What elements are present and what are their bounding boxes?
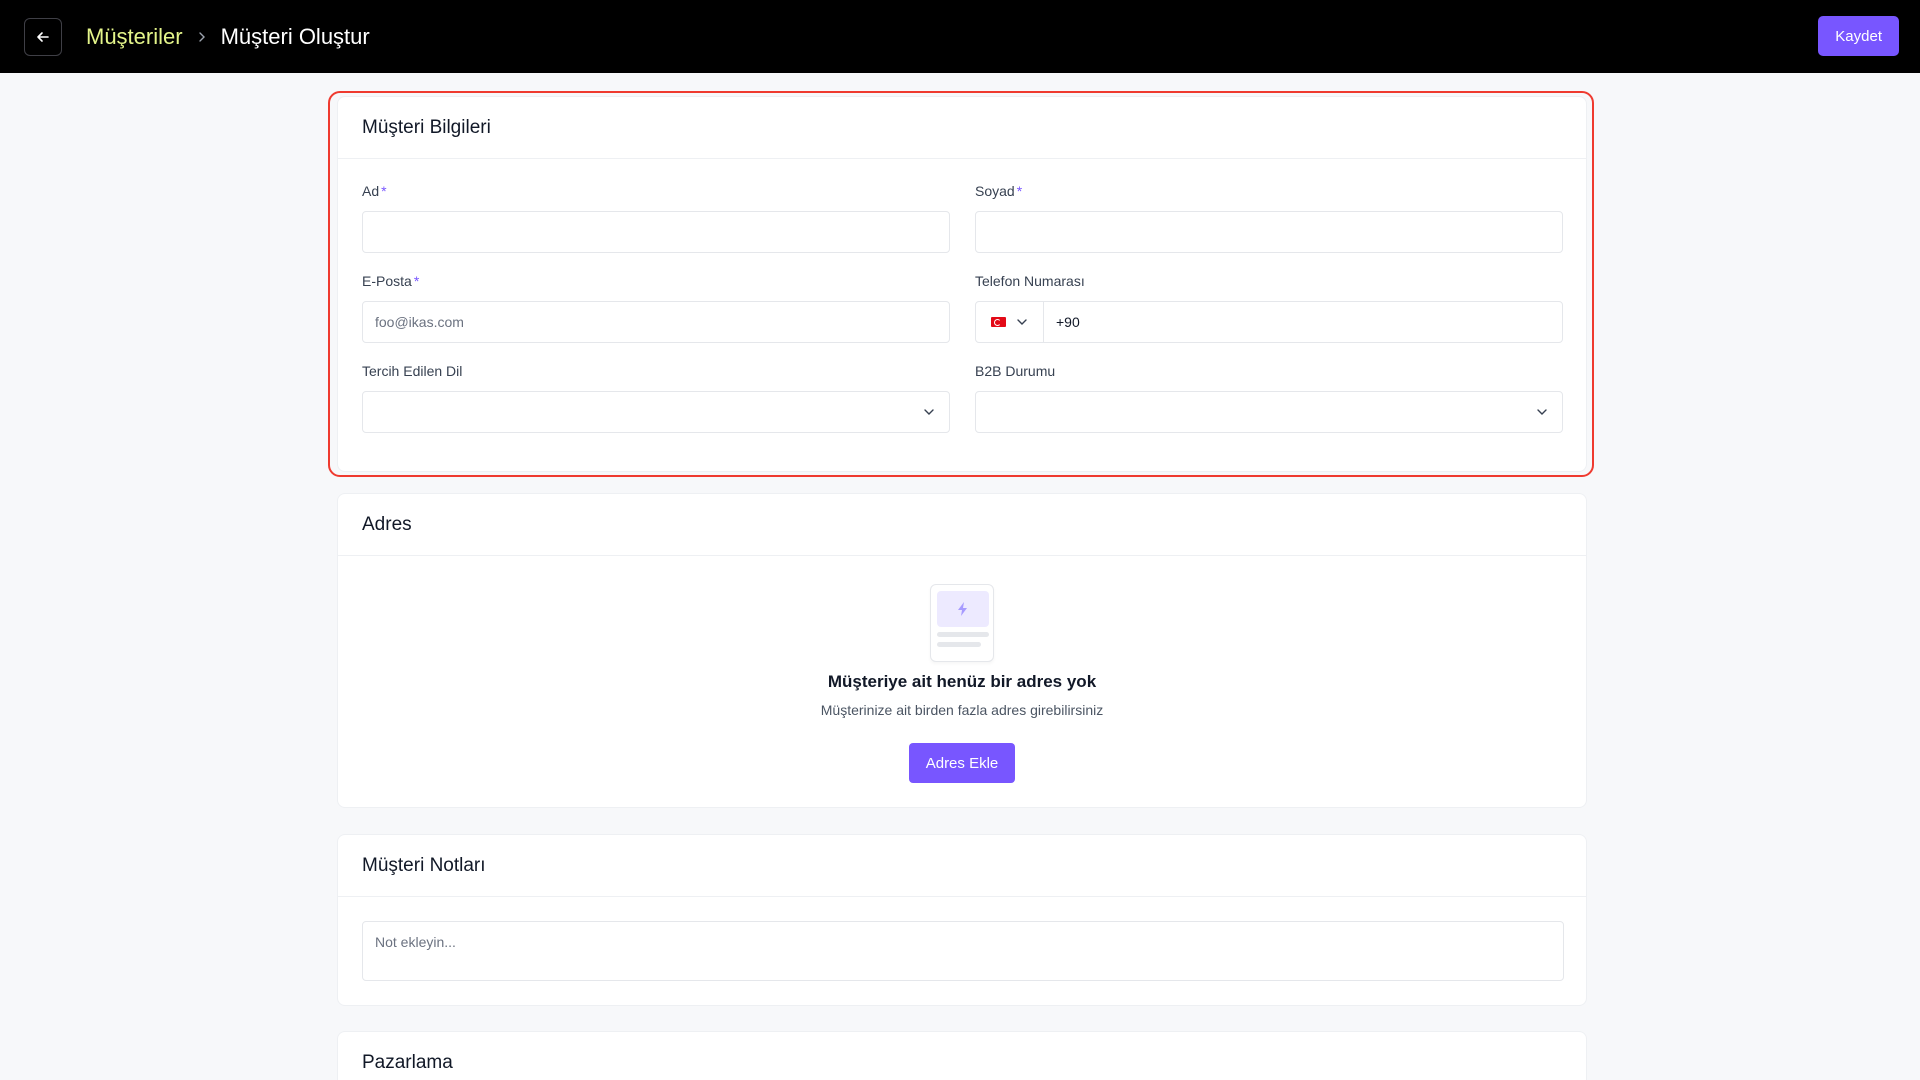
address-title: Adres xyxy=(338,494,1586,556)
address-empty-state: Müşteriye ait henüz bir adres yok Müşter… xyxy=(338,556,1586,783)
b2b-group: B2B Durumu xyxy=(975,363,1563,433)
save-button[interactable]: Kaydet xyxy=(1818,16,1899,56)
chevron-right-icon xyxy=(197,31,207,43)
last-name-group: Soyad * xyxy=(975,183,1563,253)
address-card: Adres Müşteriye ait henüz bir adres yok … xyxy=(337,493,1587,808)
empty-document-icon xyxy=(930,584,994,662)
phone-field xyxy=(975,301,1563,343)
customer-notes-title: Müşteri Notları xyxy=(338,835,1586,897)
phone-group: Telefon Numarası xyxy=(975,273,1563,343)
marketing-title: Pazarlama xyxy=(362,1052,453,1073)
first-name-label: Ad * xyxy=(362,183,387,199)
marketing-card: Pazarlama xyxy=(337,1031,1587,1080)
breadcrumb-parent-link[interactable]: Müşteriler xyxy=(86,24,183,50)
email-input[interactable] xyxy=(362,301,950,343)
turkey-flag-icon xyxy=(991,317,1006,327)
customer-info-card: Müşteri Bilgileri Ad* Soyad* E-Posta* Te… xyxy=(337,96,1587,472)
b2b-label: B2B Durumu xyxy=(975,363,1056,379)
customer-notes-card: Müşteri Notları xyxy=(337,834,1587,1006)
required-mark: * xyxy=(1016,183,1023,199)
empty-state-title: Müşteriye ait henüz bir adres yok xyxy=(827,672,1097,691)
country-code-selector[interactable] xyxy=(976,302,1044,342)
lightning-icon xyxy=(958,602,967,616)
chevron-down-icon xyxy=(1537,409,1547,415)
back-button[interactable] xyxy=(24,17,62,56)
page-title: Müşteri Oluştur xyxy=(220,23,370,49)
notes-textarea[interactable] xyxy=(362,921,1564,981)
top-bar: Müşteriler Müşteri Oluştur Kaydet xyxy=(0,0,1920,73)
language-label: Tercih Edilen Dil xyxy=(362,363,463,379)
phone-input[interactable] xyxy=(1044,302,1562,342)
last-name-input[interactable] xyxy=(975,211,1563,253)
required-mark: * xyxy=(413,273,420,289)
email-label: E-Posta * xyxy=(362,273,420,289)
first-name-group: Ad * xyxy=(362,183,950,253)
email-group: E-Posta * xyxy=(362,273,950,343)
language-group: Tercih Edilen Dil xyxy=(362,363,950,433)
language-select[interactable] xyxy=(362,391,950,433)
chevron-down-icon xyxy=(1017,319,1027,325)
first-name-input[interactable] xyxy=(362,211,950,253)
last-name-label: Soyad * xyxy=(975,183,1023,199)
b2b-select[interactable] xyxy=(975,391,1563,433)
required-mark: * xyxy=(381,183,387,199)
customer-info-title: Müşteri Bilgileri xyxy=(338,97,1586,159)
empty-state-subtitle: Müşterinize ait birden fazla adres gireb… xyxy=(820,702,1104,718)
add-address-button[interactable]: Adres Ekle xyxy=(908,743,1016,783)
phone-label: Telefon Numarası xyxy=(975,273,1085,289)
arrow-left-icon xyxy=(37,31,49,42)
chevron-down-icon xyxy=(924,409,934,415)
